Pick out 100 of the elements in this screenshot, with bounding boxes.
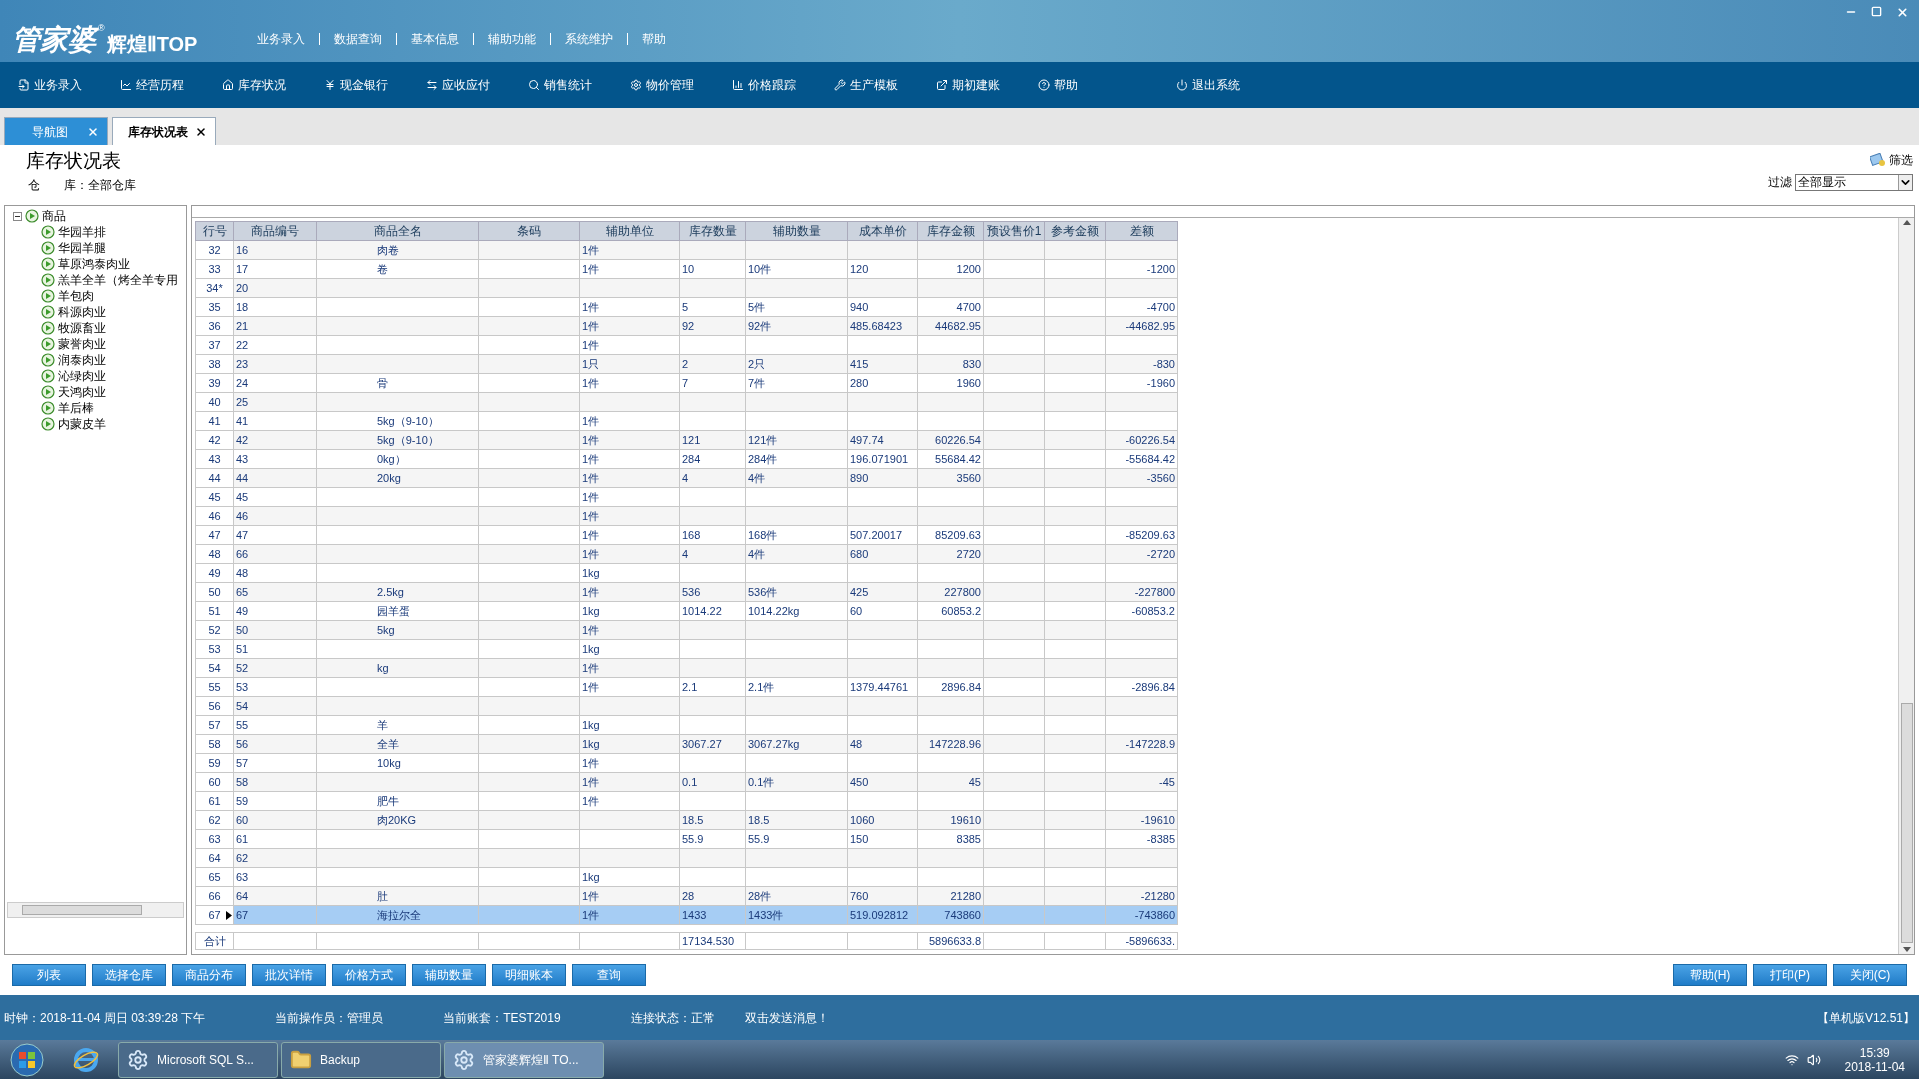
table-cell: 2.1 xyxy=(682,680,698,693)
toolbar-button[interactable]: 销售统计 xyxy=(528,76,592,94)
table-cell: 43 xyxy=(236,452,249,465)
row-number: 57 xyxy=(208,718,221,731)
tree-item[interactable]: 润泰肉业 xyxy=(58,351,106,369)
column-header[interactable]: 库存数量 xyxy=(679,221,746,241)
tree-item[interactable]: 天鸿肉业 xyxy=(58,383,106,401)
browser-icon[interactable] xyxy=(72,1045,100,1074)
start-button[interactable] xyxy=(10,1042,44,1077)
table-cell: 2 xyxy=(682,357,689,370)
tree-item[interactable]: 沁绿肉业 xyxy=(58,367,106,385)
toolbar-button[interactable]: 期初建账 xyxy=(936,76,1000,94)
row-number: 32 xyxy=(208,243,221,256)
tree-item[interactable]: 华园羊腿 xyxy=(58,239,106,257)
row-number: 53 xyxy=(208,642,221,655)
vertical-scrollbar[interactable] xyxy=(1898,218,1914,954)
toolbar-button[interactable]: 经营历程 xyxy=(120,76,184,94)
toolbar-button[interactable]: 价格跟踪 xyxy=(732,76,796,94)
row-number: 52 xyxy=(208,623,221,636)
toolbar-button[interactable]: 应收应付 xyxy=(426,76,490,94)
column-header[interactable]: 条码 xyxy=(478,221,580,241)
column-header[interactable]: 参考金额 xyxy=(1044,221,1106,241)
scroll-thumb[interactable] xyxy=(22,905,142,915)
table-cell: 4件 xyxy=(748,547,766,560)
table-cell: -8385 xyxy=(1146,832,1175,845)
tree-item[interactable]: 草原鸿泰肉业 xyxy=(58,255,130,273)
tree-item[interactable]: 内蒙皮羊 xyxy=(58,415,106,433)
table-cell: 890 xyxy=(850,471,869,484)
table-cell: 45 xyxy=(236,490,249,503)
column-header[interactable]: 行号 xyxy=(195,221,234,241)
toolbar-button[interactable]: 物价管理 xyxy=(630,76,694,94)
table-cell: 7件 xyxy=(748,376,766,389)
column-header[interactable]: 商品编号 xyxy=(233,221,317,241)
filter-icon xyxy=(1870,153,1886,167)
toolbar-button[interactable]: 业务录入 xyxy=(18,76,82,94)
volume-icon[interactable] xyxy=(1806,1052,1821,1067)
tree-item[interactable]: 蒙誉肉业 xyxy=(58,335,106,353)
toolbar-button[interactable]: 现金银行 xyxy=(324,76,388,94)
column-header[interactable]: 辅助数量 xyxy=(745,221,848,241)
row-number: 42 xyxy=(208,433,221,446)
tree-item[interactable]: 科源肉业 xyxy=(58,303,106,321)
row-number: 54 xyxy=(208,661,221,674)
maximize-icon[interactable] xyxy=(1871,6,1882,17)
row-number: 67 xyxy=(208,908,221,921)
table-cell: 92 xyxy=(682,319,695,332)
column-header[interactable]: 商品全名 xyxy=(316,221,479,241)
table-cell: 28 xyxy=(682,889,695,902)
table-cell: 57 xyxy=(236,756,249,769)
table-cell: 1014.22 xyxy=(682,604,722,617)
table-cell: 1kg xyxy=(582,737,600,750)
action-button[interactable]: 列表 xyxy=(12,964,86,986)
column-header[interactable]: 辅助单位 xyxy=(579,221,680,241)
table-cell: -45 xyxy=(1159,775,1175,788)
toolbar-button[interactable]: 库存状况 xyxy=(222,76,286,94)
taskbar-app[interactable]: Microsoft SQL S... xyxy=(118,1041,278,1078)
tree-item[interactable]: 牧源畜业 xyxy=(58,319,106,337)
table-cell: 1件 xyxy=(582,471,600,484)
column-header[interactable]: 差额 xyxy=(1105,221,1178,241)
table-cell: 44682.95 xyxy=(935,319,981,332)
toolbar-button[interactable]: 生产模板 xyxy=(834,76,898,94)
table-cell: 53 xyxy=(236,680,249,693)
table-cell: -1960 xyxy=(1146,376,1175,389)
scroll-down-icon[interactable] xyxy=(1902,947,1911,952)
tree-item[interactable]: 羔羊全羊（烤全羊专用 xyxy=(58,271,178,289)
table-cell: 497.74 xyxy=(850,433,884,446)
table-cell: 284 xyxy=(682,452,701,465)
action-button[interactable]: 商品分布 xyxy=(172,964,246,986)
tree-item[interactable]: 羊包肉 xyxy=(58,287,94,305)
table-cell: 骨 xyxy=(377,376,388,389)
row-number: 35 xyxy=(208,300,221,313)
tree-item[interactable]: 华园羊排 xyxy=(58,223,106,241)
tab[interactable]: 库存状况表 xyxy=(112,117,216,145)
table-cell: 62 xyxy=(236,851,249,864)
table-cell: 1kg xyxy=(582,566,600,579)
tree-item[interactable]: 商品 xyxy=(42,207,66,225)
filter-button[interactable]: 筛选 xyxy=(1870,151,1913,169)
taskbar-app[interactable]: Backup xyxy=(281,1041,441,1078)
action-button[interactable]: 辅助数量 xyxy=(412,964,486,986)
tree-item[interactable]: 羊后棒 xyxy=(58,399,94,417)
column-header[interactable]: 库存金额 xyxy=(917,221,984,241)
row-number: 49 xyxy=(208,566,221,579)
close-icon[interactable] xyxy=(195,125,207,138)
play-icon xyxy=(25,209,39,223)
table-cell: 49 xyxy=(236,604,249,617)
table-cell: -60853.2 xyxy=(1131,604,1175,617)
scroll-thumb[interactable] xyxy=(1900,703,1913,943)
table-cell: 519.092812 xyxy=(850,908,909,921)
column-header[interactable]: 预设售价1 xyxy=(983,221,1045,241)
toolbar-button[interactable]: 帮助 xyxy=(1038,76,1078,94)
table-cell: 卷 xyxy=(377,262,388,275)
filter-select[interactable]: 全部显示 xyxy=(1795,173,1913,191)
table-cell: 65 xyxy=(236,585,249,598)
table-cell: 1200 xyxy=(956,262,981,275)
table-cell: 25 xyxy=(236,395,249,408)
toolbar-button[interactable]: 退出系统 xyxy=(1176,76,1240,94)
network-icon[interactable] xyxy=(1784,1052,1799,1067)
collapse-icon[interactable] xyxy=(13,211,22,221)
horizontal-scrollbar[interactable] xyxy=(7,902,184,918)
scroll-up-icon[interactable] xyxy=(1902,220,1911,225)
column-header[interactable]: 成本单价 xyxy=(847,221,918,241)
